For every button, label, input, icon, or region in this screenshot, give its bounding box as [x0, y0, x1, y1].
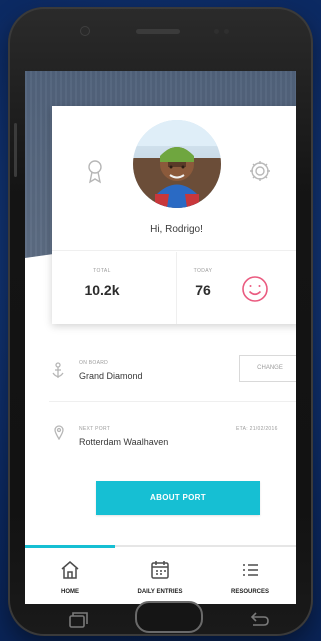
card-divider [52, 250, 296, 251]
phone-frame: Hi, Rodrigo! TOTAL 10.2k TODAY 76 ON BOA… [8, 7, 313, 636]
home-icon [61, 561, 79, 579]
calendar-icon [151, 561, 169, 579]
eta-label: ETA: 21/02/2016 [236, 426, 278, 432]
total-metric: TOTAL 10.2k [62, 268, 142, 298]
change-button[interactable]: CHANGE [239, 355, 296, 382]
light-sensor [224, 29, 229, 34]
recent-apps-icon[interactable] [63, 604, 95, 639]
avatar[interactable] [133, 120, 221, 208]
today-label: TODAY [193, 268, 213, 274]
section-divider [49, 401, 296, 402]
background: Hi, Rodrigo! TOTAL 10.2k TODAY 76 ON BOA… [0, 0, 321, 641]
list-icon [243, 564, 258, 576]
map-pin-icon [54, 425, 64, 440]
home-button[interactable] [135, 601, 203, 633]
tab-resources-label: RESOURCES [230, 589, 269, 595]
about-port-button[interactable]: ABOUT PORT [96, 481, 260, 515]
front-camera [81, 27, 89, 35]
speaker-grille [136, 29, 180, 34]
side-button [14, 123, 17, 177]
total-value: 10.2k [84, 282, 120, 298]
tab-resources[interactable]: RESOURCES [205, 559, 295, 595]
back-icon[interactable] [244, 604, 274, 639]
tab-home-label: HOME [61, 589, 79, 595]
proximity-sensor [214, 29, 219, 34]
today-value: 76 [195, 282, 211, 298]
profile-card: Hi, Rodrigo! TOTAL 10.2k TODAY 76 [52, 106, 296, 324]
tab-daily-entries[interactable]: DAILY ENTRIES [115, 559, 205, 595]
tab-daily-entries-label: DAILY ENTRIES [137, 589, 183, 595]
anchor-icon [52, 362, 64, 378]
smile-icon[interactable] [240, 274, 270, 304]
ship-name: Grand Diamond [79, 371, 143, 381]
today-metric: TODAY 76 [163, 268, 243, 298]
active-tab-indicator [25, 545, 115, 548]
total-label: TOTAL [93, 268, 111, 274]
tab-home[interactable]: HOME [25, 559, 115, 595]
app-screen: Hi, Rodrigo! TOTAL 10.2k TODAY 76 ON BOA… [25, 71, 296, 604]
award-icon[interactable] [85, 159, 105, 185]
port-name: Rotterdam Waalhaven [79, 437, 169, 447]
greeting: Hi, Rodrigo! [150, 224, 203, 235]
next-port-label: NEXT PORT [79, 426, 111, 432]
gear-icon[interactable] [248, 159, 272, 183]
on-board-label: ON BOARD [79, 360, 109, 366]
